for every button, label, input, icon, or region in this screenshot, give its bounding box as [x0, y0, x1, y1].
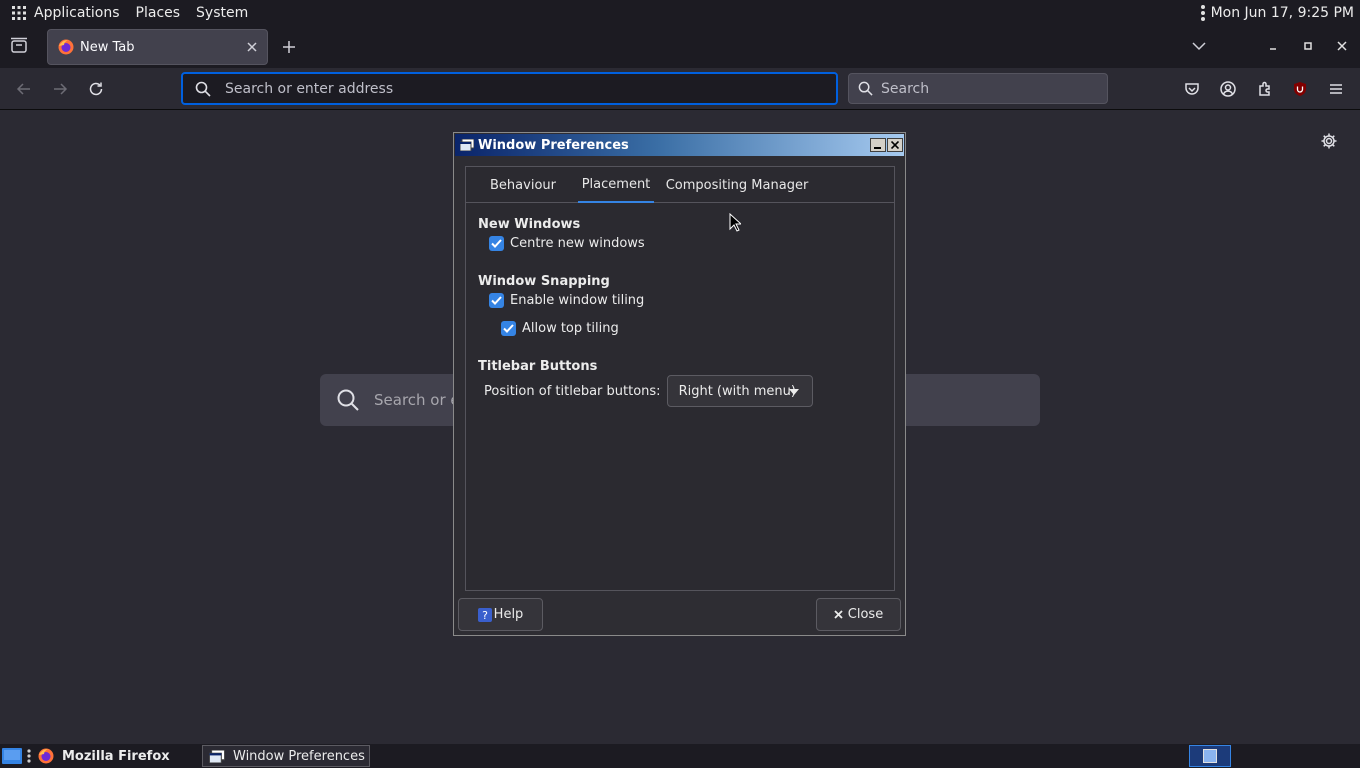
help-button[interactable]: ? Help	[458, 598, 543, 631]
tab-compositing-manager[interactable]: Compositing Manager	[662, 167, 812, 203]
back-arrow-icon[interactable]	[16, 81, 32, 97]
tab-behaviour[interactable]: Behaviour	[474, 167, 572, 203]
clock-label: Mon Jun 17, 9:25 PM	[1210, 5, 1354, 21]
vertical-dots-icon	[1200, 5, 1205, 21]
clock[interactable]: Mon Jun 17, 9:25 PM	[1200, 0, 1354, 26]
checkmark-icon	[489, 293, 504, 308]
address-placeholder: Search or enter address	[225, 80, 394, 97]
window-preferences-dialog: Window Preferences Behaviour Placement C…	[453, 132, 906, 636]
window-close-icon[interactable]	[1336, 40, 1348, 52]
chevron-down-icon[interactable]	[1192, 40, 1206, 52]
dialog-close-icon[interactable]	[887, 138, 903, 152]
account-icon[interactable]	[1220, 81, 1236, 97]
mouse-cursor-icon	[729, 213, 741, 232]
search-icon	[336, 388, 360, 412]
top-panel: Applications Places System Mon Jun 17, 9…	[0, 0, 1360, 26]
bottom-panel: Mozilla Firefox Window Preferences	[0, 744, 1360, 768]
section-title-window-snapping: Window Snapping	[478, 274, 610, 289]
app-grid-icon	[12, 6, 26, 20]
applications-menu[interactable]: Applications	[0, 0, 128, 26]
enable-window-tiling-label: Enable window tiling	[510, 293, 645, 308]
firefox-icon	[58, 39, 74, 55]
taskbar-window-label: Window Preferences	[233, 748, 365, 764]
applications-menu-label: Applications	[34, 5, 120, 21]
dropdown-arrow-icon	[788, 389, 799, 395]
checkmark-icon	[489, 236, 504, 251]
titlebar-position-value: Right (with menu)	[678, 383, 796, 399]
taskbar-window-preferences[interactable]: Window Preferences	[202, 745, 370, 767]
gear-icon[interactable]	[1320, 132, 1338, 150]
tab-row: Behaviour Placement Compositing Manager	[466, 167, 894, 203]
tab-placement[interactable]: Placement	[578, 167, 654, 203]
hamburger-menu-icon[interactable]	[1328, 81, 1344, 97]
workspace-icon	[1203, 749, 1217, 763]
firefox-launcher[interactable]: Mozilla Firefox	[38, 748, 170, 764]
search-bar[interactable]: Search	[848, 73, 1108, 104]
search-placeholder: Search	[881, 80, 930, 97]
extensions-icon[interactable]	[1257, 81, 1273, 97]
tab-title: New Tab	[80, 39, 135, 55]
checkmark-icon	[501, 321, 516, 336]
firefox-icon	[38, 748, 54, 764]
titlebar-position-select[interactable]: Right (with menu)	[666, 375, 813, 407]
close-label: Close	[847, 607, 884, 622]
dialog-minimize-icon[interactable]	[870, 138, 886, 152]
section-title-titlebar-buttons: Titlebar Buttons	[478, 359, 598, 374]
navigation-bar: Search or enter address Search	[0, 68, 1360, 110]
workspace-switcher[interactable]	[1189, 745, 1231, 767]
show-desktop-icon[interactable]	[2, 748, 22, 764]
firefox-view-icon[interactable]	[9, 37, 29, 55]
minimize-icon[interactable]	[1267, 40, 1279, 52]
centre-new-windows-label: Centre new windows	[510, 236, 645, 251]
system-menu[interactable]: System	[188, 0, 256, 26]
places-menu[interactable]: Places	[128, 0, 189, 26]
close-button[interactable]: Close	[816, 598, 901, 631]
svg-text:?: ?	[482, 609, 488, 622]
centre-new-windows-checkbox[interactable]: Centre new windows	[489, 236, 645, 251]
tab-strip: New Tab	[0, 26, 1360, 68]
enable-window-tiling-checkbox[interactable]: Enable window tiling	[489, 293, 644, 308]
tab-new-tab[interactable]: New Tab	[47, 29, 268, 65]
search-icon	[858, 81, 873, 96]
close-icon[interactable]	[246, 41, 258, 53]
help-label: Help	[493, 607, 524, 622]
address-bar[interactable]: Search or enter address	[181, 72, 838, 105]
search-icon	[195, 81, 211, 97]
maximize-icon[interactable]	[1302, 40, 1314, 52]
close-icon	[834, 610, 843, 619]
window-icon	[209, 749, 225, 763]
preferences-notebook: Behaviour Placement Compositing Manager …	[465, 166, 895, 591]
help-icon: ?	[477, 607, 492, 622]
ublock-icon[interactable]	[1292, 81, 1308, 97]
plus-icon[interactable]	[281, 39, 297, 55]
titlebar-position-row: Position of titlebar buttons: Right (wit…	[484, 375, 813, 407]
window-icon	[460, 139, 474, 151]
dialog-titlebar[interactable]: Window Preferences	[455, 134, 904, 156]
drag-handle-icon[interactable]	[27, 749, 31, 763]
firefox-launcher-label: Mozilla Firefox	[62, 748, 170, 764]
titlebar-position-label: Position of titlebar buttons:	[484, 383, 661, 399]
dialog-title: Window Preferences	[478, 137, 629, 153]
pocket-icon[interactable]	[1184, 81, 1200, 97]
reload-icon[interactable]	[88, 81, 104, 97]
allow-top-tiling-checkbox[interactable]: Allow top tiling	[501, 321, 619, 336]
forward-arrow-icon[interactable]	[52, 81, 68, 97]
section-title-new-windows: New Windows	[478, 217, 581, 232]
page-search-placeholder: Search or e	[374, 391, 460, 409]
allow-top-tiling-label: Allow top tiling	[522, 321, 619, 336]
